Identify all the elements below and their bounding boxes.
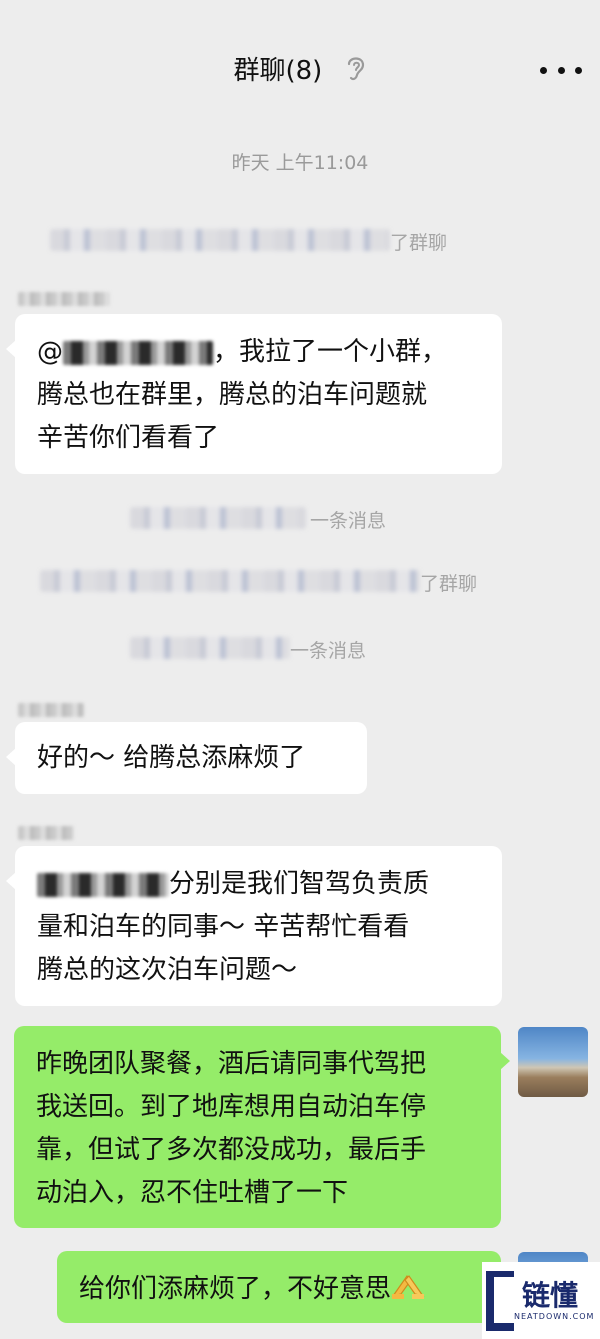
more-dot-icon (557, 66, 565, 74)
message-text: 好的～ 给腾总添麻烦了 (37, 743, 306, 773)
ear-icon (345, 53, 367, 90)
sender-name (18, 703, 84, 717)
message-text: 昨晚团队聚餐，酒后请同事代驾把 (36, 1049, 427, 1079)
message-text: ，我拉了一个小群， (213, 337, 448, 367)
chat-title[interactable]: 群聊(8) (233, 56, 322, 86)
system-message-text: 了群聊 (420, 573, 478, 595)
message-bubble[interactable]: 昨晚团队聚餐，酒后请同事代驾把 我送回。到了地库想用自动泊车停 靠，但试了多次都… (14, 1026, 510, 1228)
system-message-text: 一条消息 (310, 510, 387, 532)
blurred-mention (37, 872, 169, 897)
blurred-mention (63, 340, 213, 365)
logo-text: 链懂 (522, 1278, 579, 1312)
message-text: 动泊入，忍不住吐槽了一下 (36, 1178, 349, 1208)
system-message-text: 一条消息 (290, 640, 367, 662)
sender-name (18, 292, 110, 306)
watermark-logo: 链懂 NEATDOWN.COM (482, 1262, 600, 1339)
message-line: @ ，我拉了一个小群， (37, 331, 480, 374)
message-text: 分别是我们智驾负责质 (169, 869, 430, 899)
message-bubble[interactable]: 给你们添麻烦了，不好意思 (57, 1251, 510, 1323)
blurred-name (40, 570, 420, 592)
folded-hands-icon (391, 1268, 425, 1311)
avatar[interactable] (518, 1027, 588, 1097)
mention-at: @ (37, 337, 63, 367)
message-bubble[interactable]: 好的～ 给腾总添麻烦了 (6, 722, 367, 794)
message-text: 给你们添麻烦了，不好意思 (79, 1274, 392, 1304)
message-line: 给你们添麻烦了，不好意思 (79, 1268, 479, 1311)
logo-subtext: NEATDOWN.COM (514, 1311, 595, 1321)
message-text: 辛苦你们看看了 (37, 423, 220, 453)
chat-title-bar: 群聊(8) (0, 50, 600, 90)
logo-icon (486, 1270, 514, 1331)
message-text: 靠，但试了多次都没成功，最后手 (36, 1135, 427, 1165)
message-text: 腾总的这次泊车问题～ (37, 955, 298, 985)
message-text: 量和泊车的同事～ 辛苦帮忙看看 (37, 912, 410, 942)
more-button[interactable] (540, 58, 582, 82)
message-text: 我送回。到了地库想用自动泊车停 (36, 1092, 427, 1122)
more-dot-icon (575, 66, 582, 74)
blurred-name (130, 507, 306, 529)
blurred-name (130, 637, 290, 659)
more-dot-icon (540, 66, 547, 74)
message-timestamp: 昨天 上午11:04 (231, 152, 369, 174)
chat-header: 群聊(8) (0, 0, 600, 110)
sender-name (18, 826, 74, 840)
message-bubble[interactable]: 分别是我们智驾负责质 量和泊车的同事～ 辛苦帮忙看看 腾总的这次泊车问题～ (6, 846, 502, 1006)
message-text: 腾总也在群里，腾总的泊车问题就 (37, 380, 428, 410)
blurred-name (50, 229, 390, 251)
system-message-text: 了群聊 (390, 232, 448, 254)
message-bubble[interactable]: @ ，我拉了一个小群， 腾总也在群里，腾总的泊车问题就 辛苦你们看看了 (6, 314, 502, 474)
message-line: 分别是我们智驾负责质 (37, 863, 480, 906)
logo-text-block: 链懂 NEATDOWN.COM (514, 1278, 595, 1322)
